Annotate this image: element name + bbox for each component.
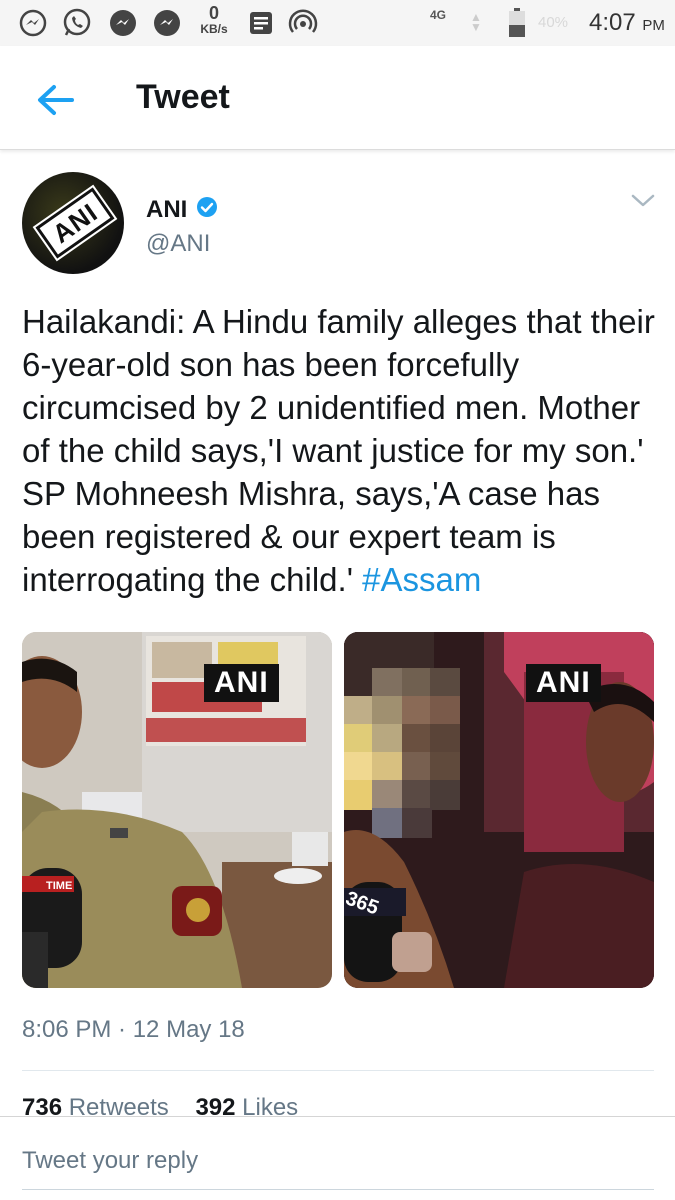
reply-bar — [0, 1116, 675, 1200]
notes-icon — [246, 8, 276, 38]
data-arrows-icon: ▲ ▼ — [470, 10, 482, 34]
messenger-icon — [108, 8, 138, 38]
reply-input[interactable] — [22, 1147, 642, 1175]
clock-ampm: PM — [642, 17, 665, 34]
messenger-icon — [18, 8, 48, 38]
ani-watermark: ANI — [204, 664, 279, 702]
back-button[interactable] — [30, 78, 80, 122]
hashtag-link[interactable]: #Assam — [362, 561, 481, 598]
app-bar: Tweet — [0, 46, 675, 150]
reply-underline — [22, 1189, 654, 1190]
clock: 4:07 PM — [589, 9, 665, 37]
page-title: Tweet — [136, 78, 230, 116]
tweet-body: Hailakandi: A Hindu family alleges that … — [22, 303, 655, 598]
tweet-timestamp: 8:06 PM · 12 May 18 — [22, 1016, 245, 1043]
whatsapp-icon — [62, 8, 92, 38]
avatar[interactable]: ANI — [22, 172, 124, 274]
hotspot-icon — [288, 8, 318, 38]
battery-icon — [508, 8, 526, 38]
ani-logo: ANI — [33, 183, 117, 263]
battery-percent: 40% — [538, 14, 569, 31]
network-speed-unit: KB/s — [200, 22, 228, 36]
status-bar: 0 KB/s 4G ▲ ▼ 40% 4:07 PM — [0, 0, 675, 46]
author-name[interactable]: ANI — [146, 196, 187, 224]
tweet-text: Hailakandi: A Hindu family alleges that … — [22, 300, 662, 601]
chevron-down-icon[interactable] — [628, 190, 658, 212]
network-type: 4G — [430, 8, 447, 22]
network-speed-value: 0 — [208, 3, 219, 23]
photo-officer: TIME — [22, 632, 332, 988]
mic-label-1: TIME — [46, 880, 72, 892]
divider — [22, 1070, 654, 1071]
photo-child: 365 — [344, 632, 654, 988]
tweet-photo-2[interactable]: 365 ANI — [344, 632, 654, 988]
author-handle[interactable]: @ANI — [146, 230, 210, 258]
network-speed: 0 KB/s — [196, 4, 232, 36]
tweet-photo-1[interactable]: TIME ANI — [22, 632, 332, 988]
verified-badge-icon — [197, 197, 217, 217]
arrow-left-icon — [38, 85, 74, 115]
messenger-icon — [152, 8, 182, 38]
ani-watermark: ANI — [526, 664, 601, 702]
clock-time: 4:07 — [589, 9, 636, 36]
